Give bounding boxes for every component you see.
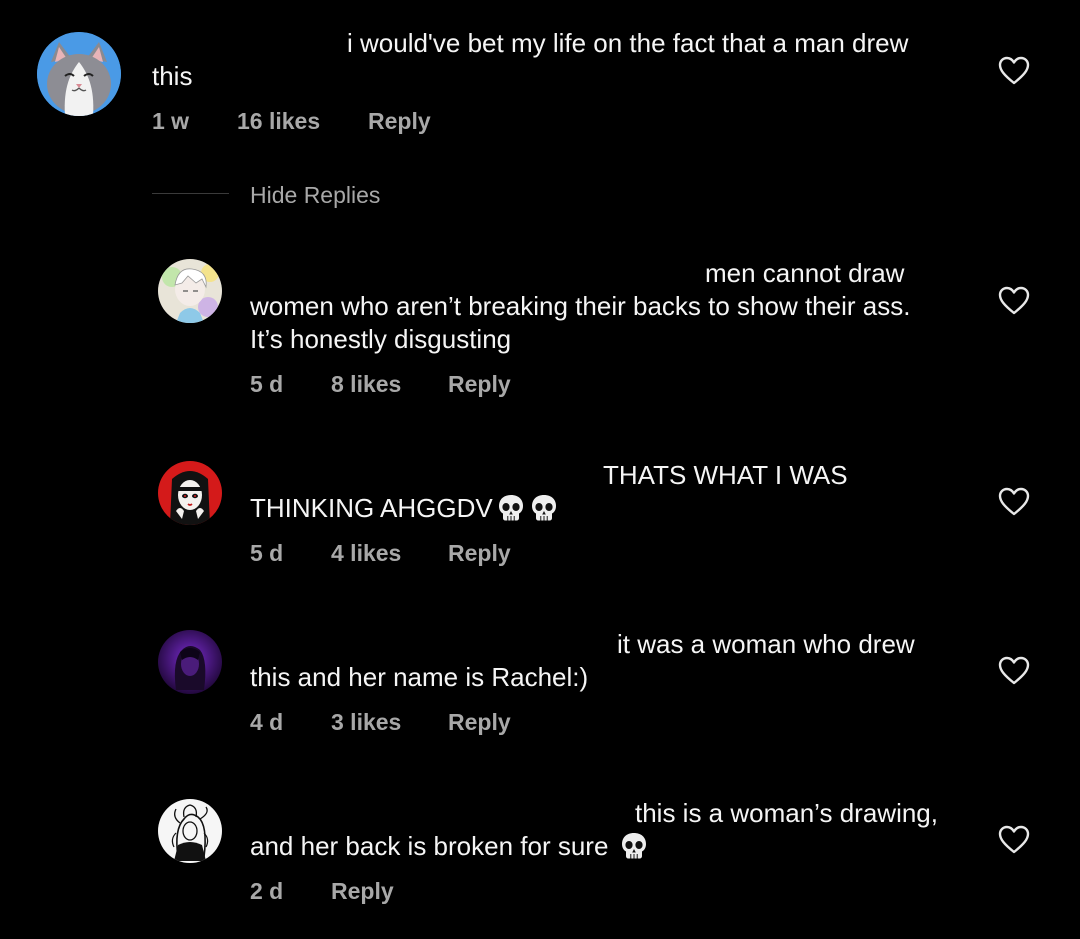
skull-emoji-icon: [496, 493, 526, 523]
comment-text-line: It’s honestly disgusting: [250, 324, 512, 354]
reply-button[interactable]: Reply: [368, 108, 431, 135]
gothic-girl-avatar-image: [158, 461, 222, 525]
comment-meta: 1 w 16 likes Reply: [152, 108, 452, 136]
like-heart-icon[interactable]: [998, 825, 1030, 855]
reply-button[interactable]: Reply: [331, 878, 394, 905]
comment-text-line: it was a woman who drew: [617, 629, 915, 659]
comment-time: 2 d: [250, 878, 284, 904]
line-art-avatar-image: [158, 799, 222, 863]
comment-text-line: men cannot draw: [705, 258, 905, 288]
comment-text-line: this is a woman’s drawing,: [635, 798, 938, 828]
avatar[interactable]: [158, 461, 222, 525]
comment-meta: 4 d 3 likes Reply: [250, 709, 550, 737]
comment-time: 4 d: [250, 709, 284, 735]
comment-meta: 5 d 8 likes Reply: [250, 371, 550, 399]
replies-divider: [152, 193, 229, 194]
reply-button[interactable]: Reply: [448, 540, 511, 567]
comment-text-line: THINKING AHGGDV: [250, 492, 559, 525]
anime-boy-avatar-image: [158, 259, 222, 323]
avatar[interactable]: [158, 630, 222, 694]
comment-text: and her back is broken for sure: [250, 831, 609, 861]
avatar[interactable]: [158, 259, 222, 323]
like-heart-icon[interactable]: [998, 656, 1030, 686]
comment-time: 1 w: [152, 108, 190, 134]
comment-time: 5 d: [250, 540, 284, 566]
likes-count[interactable]: 8 likes: [331, 371, 401, 398]
avatar[interactable]: [158, 799, 222, 863]
like-heart-icon[interactable]: [998, 487, 1030, 517]
avatar[interactable]: [37, 32, 121, 116]
like-heart-icon[interactable]: [998, 56, 1030, 86]
likes-count[interactable]: 4 likes: [331, 540, 401, 567]
reply-button[interactable]: Reply: [448, 371, 511, 398]
reply-button[interactable]: Reply: [448, 709, 511, 736]
comment-text-line: this: [152, 61, 193, 91]
skull-emoji-icon: [529, 493, 559, 523]
comment-time: 5 d: [250, 371, 284, 397]
comment-meta: 2 d Reply: [250, 878, 550, 906]
likes-count[interactable]: 16 likes: [237, 108, 320, 135]
comment-text: THINKING AHGGDV: [250, 493, 493, 523]
comment-text-line: this and her name is Rachel:): [250, 662, 589, 692]
likes-count[interactable]: 3 likes: [331, 709, 401, 736]
comment-meta: 5 d 4 likes Reply: [250, 540, 550, 568]
comment-text-line: women who aren’t breaking their backs to…: [250, 291, 911, 321]
comment-text-line: and her back is broken for sure: [250, 830, 649, 863]
skull-emoji-icon: [619, 831, 649, 861]
comment-text-line: THATS WHAT I WAS: [603, 460, 848, 490]
cat-avatar-image: [37, 32, 121, 116]
like-heart-icon[interactable]: [998, 286, 1030, 316]
hide-replies-button[interactable]: Hide Replies: [250, 182, 380, 209]
comment-text-line: i would've bet my life on the fact that …: [347, 28, 909, 58]
purple-portrait-avatar-image: [158, 630, 222, 694]
